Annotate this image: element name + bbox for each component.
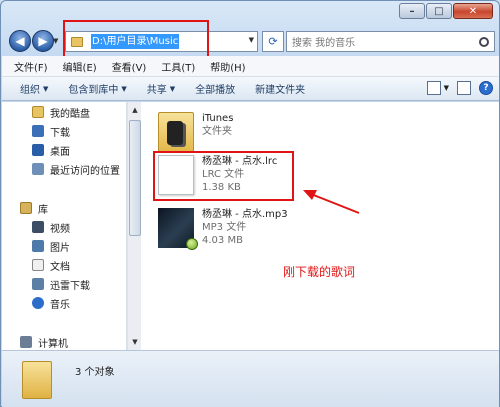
organize-button[interactable]: 组织 ▼ [2, 81, 58, 97]
new-folder-button[interactable]: 新建文件夹 [245, 81, 315, 96]
recent-pages-dropdown[interactable]: ▼ [53, 37, 58, 45]
search-icon[interactable] [479, 36, 489, 47]
nav-item-thunder[interactable]: 迅雷下载 [32, 276, 90, 292]
file-name: 杨丞琳 - 点水.mp3 [202, 209, 288, 220]
nav-label: 桌面 [50, 146, 70, 158]
nav-label: 最近访问的位置 [50, 165, 120, 177]
file-type: MP3 文件 [202, 222, 247, 233]
nav-item-computer[interactable]: 计算机 [20, 334, 68, 350]
music-icon [32, 297, 44, 309]
menu-tools[interactable]: 工具(T) [161, 59, 195, 74]
details-pane: 3 个对象 [2, 350, 499, 407]
explorer-window: – □ ✕ ◀ ▶ ▼ D:\用户目录\Music ▼ ⟳ 搜索 我的音乐 文件… [0, 0, 500, 407]
lrc-highlight-box [153, 151, 294, 201]
library-icon [20, 202, 32, 214]
nav-scrollbar[interactable]: ▲ ▼ [127, 102, 141, 350]
desktop-icon [32, 144, 44, 156]
thunder-download-icon [32, 278, 44, 290]
scroll-up-icon[interactable]: ▲ [129, 103, 141, 117]
pictures-icon [32, 240, 44, 252]
change-view-icon[interactable] [426, 81, 441, 95]
address-highlight-box [63, 20, 209, 58]
computer-icon [20, 336, 32, 348]
menu-view[interactable]: 查看(V) [112, 59, 147, 74]
folder-icon [158, 112, 194, 152]
album-art-icon [158, 208, 198, 250]
view-controls: ▼ ? [419, 81, 493, 95]
nav-item-library[interactable]: 库 [20, 200, 48, 216]
chevron-down-icon: ▼ [121, 84, 127, 93]
nav-item-download[interactable]: 下载 [32, 123, 70, 139]
folder-icon [32, 106, 44, 118]
nav-item-documents[interactable]: 文档 [32, 257, 70, 273]
item-count: 3 个对象 [75, 367, 115, 378]
navigation-pane: 我的酷盘 下载 桌面 最近访问的位置 库 视频 图片 文档 迅雷下载 音乐 计算… [2, 102, 127, 350]
nav-label: 下载 [50, 127, 70, 139]
command-bar: 组织 ▼ 包含到库中 ▼ 共享 ▼ 全部播放 新建文件夹 ▼ ? [2, 77, 499, 101]
refresh-button[interactable]: ⟳ [262, 31, 284, 52]
nav-item-kupan[interactable]: 我的酷盘 [32, 104, 90, 120]
forward-button[interactable]: ▶ [32, 30, 54, 52]
include-in-library-button[interactable]: 包含到库中 ▼ [58, 81, 136, 97]
nav-item-videos[interactable]: 视频 [32, 219, 70, 235]
chevron-down-icon: ▼ [43, 84, 49, 93]
file-size: 4.03 MB [202, 235, 243, 246]
download-folder-icon [32, 125, 44, 137]
file-item-itunes[interactable]: iTunes 文件夹 [158, 112, 233, 152]
menu-bar: 文件(F) 编辑(E) 查看(V) 工具(T) 帮助(H) [2, 56, 499, 77]
scroll-thumb[interactable] [129, 120, 141, 236]
file-item-mp3[interactable]: 杨丞琳 - 点水.mp3 MP3 文件 4.03 MB [158, 208, 288, 250]
nav-item-music[interactable]: 音乐 [32, 295, 70, 311]
file-name: iTunes [202, 113, 234, 124]
nav-label: 库 [38, 204, 48, 216]
annotation-text: 刚下载的歌词 [283, 265, 356, 279]
play-all-button[interactable]: 全部播放 [185, 81, 245, 96]
minimize-button[interactable]: – [399, 3, 425, 19]
videos-icon [32, 221, 44, 233]
nav-label: 迅雷下载 [50, 280, 90, 292]
window-controls: – □ ✕ [398, 3, 493, 19]
menu-edit[interactable]: 编辑(E) [63, 59, 97, 74]
search-placeholder: 搜索 我的音乐 [292, 38, 356, 49]
address-dropdown-icon[interactable]: ▼ [249, 36, 254, 44]
recent-places-icon [32, 163, 44, 175]
nav-label: 文档 [50, 261, 70, 273]
search-box[interactable]: 搜索 我的音乐 [286, 31, 495, 52]
nav-label: 计算机 [38, 338, 68, 350]
include-label: 包含到库中 [68, 85, 119, 96]
share-label: 共享 [146, 85, 167, 96]
organize-label: 组织 [20, 85, 40, 96]
file-type: 文件夹 [202, 126, 232, 137]
chevron-down-icon[interactable]: ▼ [444, 84, 449, 92]
nav-label: 我的酷盘 [50, 108, 90, 120]
media-player-icon [186, 238, 198, 250]
preview-pane-icon[interactable] [457, 81, 471, 95]
nav-item-recent[interactable]: 最近访问的位置 [32, 161, 120, 177]
close-button[interactable]: ✕ [453, 3, 493, 19]
nav-label: 音乐 [50, 299, 70, 311]
folder-icon [22, 361, 52, 399]
maximize-button[interactable]: □ [426, 3, 452, 19]
help-icon[interactable]: ? [479, 81, 493, 95]
scroll-down-icon[interactable]: ▼ [129, 335, 141, 349]
nav-item-desktop[interactable]: 桌面 [32, 142, 70, 158]
annotation-arrow [303, 190, 360, 214]
documents-icon [32, 259, 44, 271]
nav-label: 视频 [50, 223, 70, 235]
nav-item-pictures[interactable]: 图片 [32, 238, 70, 254]
chevron-down-icon: ▼ [169, 84, 176, 93]
share-button[interactable]: 共享 ▼ [137, 81, 185, 97]
new-folder-label: 新建文件夹 [255, 85, 306, 96]
menu-help[interactable]: 帮助(H) [210, 59, 245, 74]
nav-label: 图片 [50, 242, 70, 254]
menu-file[interactable]: 文件(F) [14, 59, 48, 74]
play-all-label: 全部播放 [195, 85, 236, 96]
back-button[interactable]: ◀ [9, 30, 31, 52]
